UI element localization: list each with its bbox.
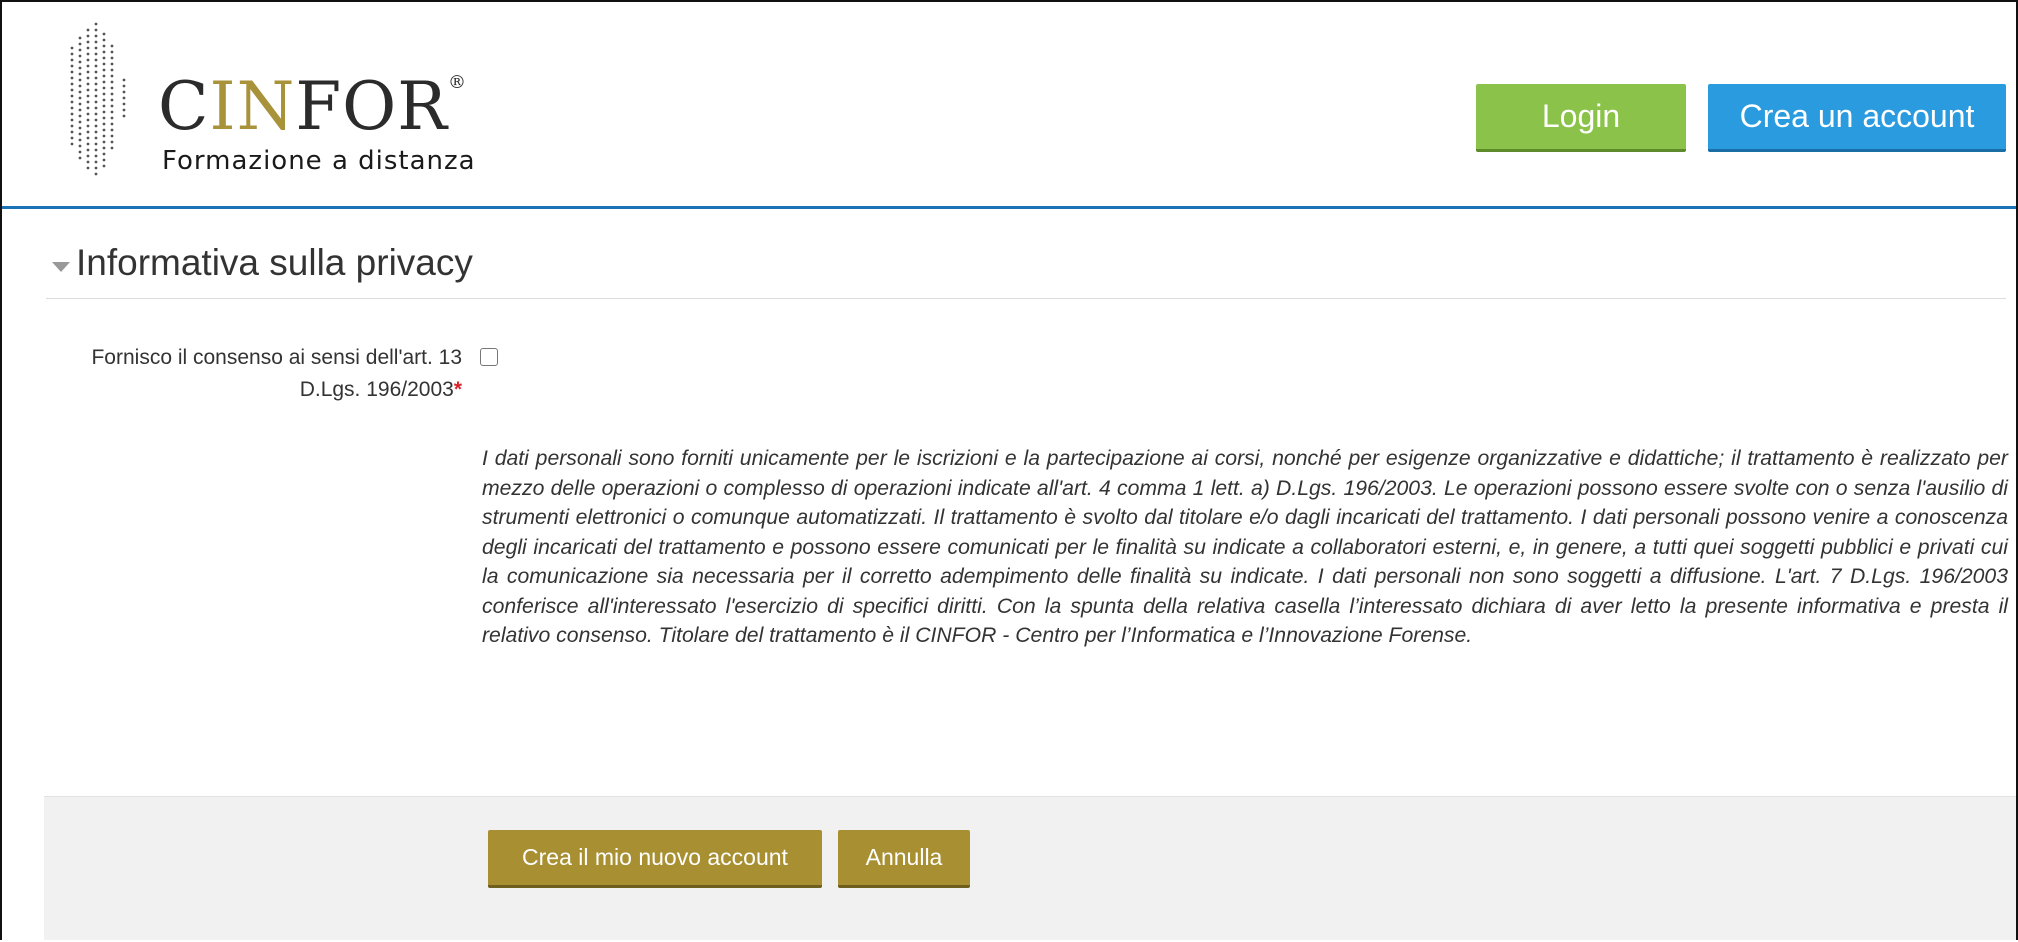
create-new-account-button[interactable]: Crea il mio nuovo account [488,830,822,888]
consent-label-text: Fornisco il consenso ai sensi dell'art. … [91,346,462,401]
logo-wordmark: CINFOR® [158,68,467,145]
login-button[interactable]: Login [1476,84,1686,152]
create-account-button[interactable]: Crea un account [1708,84,2006,152]
logo-tagline: Formazione a distanza [162,146,476,176]
logo-dots-graphic [70,22,126,176]
privacy-policy-text: I dati personali sono forniti unicamente… [482,447,2008,647]
cinfor-logo[interactable]: CINFOR® Formazione a distanza [66,20,586,190]
privacy-section-header[interactable]: Informativa sulla privacy [46,240,2006,299]
consent-label: Fornisco il consenso ai sensi dell'art. … [42,342,462,406]
page-frame: CINFOR® Formazione a distanza Login Crea… [0,0,2018,940]
site-header: CINFOR® Formazione a distanza Login Crea… [2,2,2016,209]
form-actions-bar [44,796,2016,940]
cancel-button[interactable]: Annulla [838,830,970,888]
consent-checkbox[interactable] [480,348,498,366]
section-title: Informativa sulla privacy [76,242,473,283]
collapse-caret-icon[interactable] [52,262,70,272]
required-asterisk: * [453,378,462,401]
